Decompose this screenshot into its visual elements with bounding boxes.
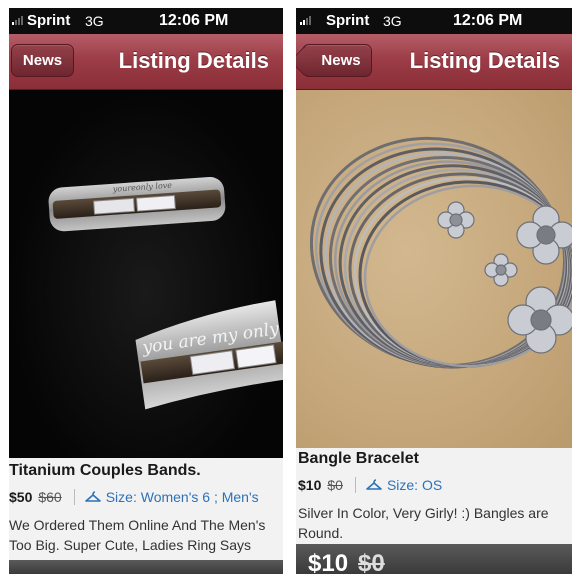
network-type: 3G bbox=[85, 13, 104, 29]
listing-photo[interactable]: youreonly love you are my only bbox=[9, 90, 283, 458]
page-title: Listing Details bbox=[409, 48, 560, 73]
size-link[interactable]: Size: OS bbox=[387, 477, 442, 493]
original-price: $0 bbox=[327, 477, 343, 493]
description-line: Round. bbox=[298, 525, 344, 541]
signal-strength-icon bbox=[300, 16, 311, 25]
rings-image: youreonly love you are my only bbox=[48, 176, 283, 410]
back-button-label: News bbox=[321, 52, 361, 69]
price-row: $10 $0 Size: OS bbox=[298, 477, 442, 493]
listing-photo[interactable] bbox=[296, 90, 572, 448]
hanger-icon bbox=[84, 491, 101, 502]
description-line: Too Big. Super Cute, Ladies Ring Says bbox=[9, 537, 252, 553]
buy-bar-original-price: $0 bbox=[358, 550, 385, 574]
price-row: $50 $60 Size: Women's 6 ; Men's bbox=[9, 489, 259, 505]
bottom-bar bbox=[9, 560, 283, 574]
listing-price: $50 bbox=[9, 489, 33, 505]
status-time: 12:06 PM bbox=[159, 12, 229, 29]
hanger-icon bbox=[366, 479, 382, 490]
listing-title: Bangle Bracelet bbox=[298, 450, 419, 467]
buy-bar-price-group: $10 $0 bbox=[308, 550, 385, 574]
buy-bar-price: $10 bbox=[308, 550, 349, 574]
description-line: Silver In Color, Very Girly! :) Bangles … bbox=[298, 505, 549, 521]
status-time: 12:06 PM bbox=[453, 12, 523, 29]
original-price: $60 bbox=[38, 489, 62, 505]
listing-title: Titanium Couples Bands. bbox=[9, 462, 201, 479]
back-button-label: News bbox=[22, 52, 63, 69]
back-button[interactable]: News bbox=[11, 44, 74, 77]
nav-bar: News Listing Details bbox=[9, 34, 283, 90]
status-bar: Sprint 3G 12:06 PM bbox=[9, 8, 283, 34]
back-button[interactable]: News bbox=[302, 44, 372, 77]
description-line: We Ordered Them Online And The Men's bbox=[9, 517, 266, 533]
status-bar: Sprint 3G 12:06 PM bbox=[296, 8, 572, 34]
left-listing-screen: Sprint 3G 12:06 PM News Listing Details bbox=[9, 8, 283, 574]
listing-price: $10 bbox=[298, 477, 322, 493]
carrier-name: Sprint bbox=[326, 12, 370, 29]
size-link[interactable]: Size: Women's 6 ; Men's bbox=[106, 489, 259, 505]
divider bbox=[73, 489, 75, 505]
right-listing-screen: Sprint 3G 12:06 PM News Listing Details bbox=[296, 8, 572, 574]
buy-bar[interactable]: $10 $0 bbox=[296, 544, 572, 574]
bangles-image bbox=[309, 136, 572, 369]
carrier-name: Sprint bbox=[27, 12, 71, 29]
listing-description: Silver In Color, Very Girly! :) Bangles … bbox=[298, 503, 549, 543]
flower-charms bbox=[437, 201, 572, 354]
network-type: 3G bbox=[383, 13, 402, 29]
signal-strength-icon bbox=[12, 16, 23, 25]
listing-description: We Ordered Them Online And The Men's Too… bbox=[9, 515, 265, 555]
page-title: Listing Details bbox=[118, 48, 269, 73]
nav-bar: News Listing Details bbox=[296, 34, 572, 90]
divider bbox=[354, 477, 356, 493]
